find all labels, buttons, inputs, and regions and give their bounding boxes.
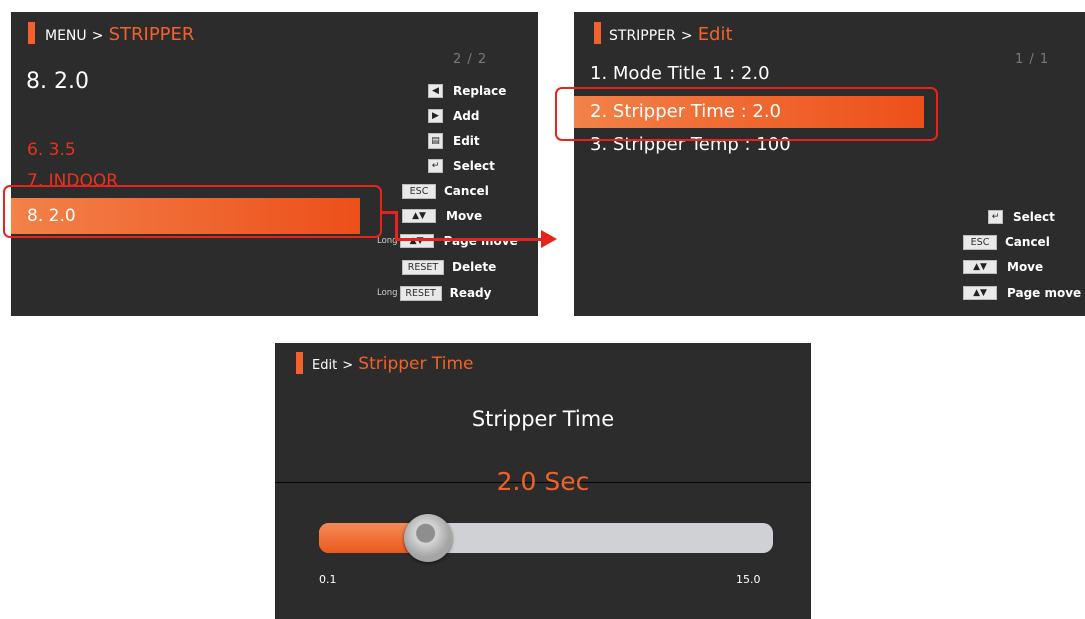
key-hint-cancel[interactable]: ESC Cancel <box>963 233 1050 251</box>
up-down-key-icon: ▲▼ <box>963 286 997 300</box>
key-hint-add[interactable]: ▶ Add <box>428 107 479 125</box>
key-hint-ready[interactable]: Long RESET Ready <box>377 284 491 302</box>
key-hint-delete[interactable]: RESET Delete <box>402 258 496 276</box>
list-item[interactable]: 1. Mode Title 1 : 2.0 <box>590 63 770 84</box>
breadcrumb-separator: > <box>342 358 354 373</box>
slider-max-label: 15.0 <box>736 573 761 586</box>
key-label: Cancel <box>1005 235 1050 249</box>
reset-key-icon: RESET <box>402 259 444 275</box>
edit-key-icon: ▤ <box>428 133 443 149</box>
left-arrow-key-icon: ◀ <box>428 84 443 98</box>
reset-key-icon: RESET <box>399 285 442 301</box>
arrow-right-icon <box>541 230 557 248</box>
key-hint-page-move[interactable]: Long ▲▼ Page move <box>377 232 518 250</box>
right-arrow-key-icon: ▶ <box>428 109 443 123</box>
breadcrumb-parent[interactable]: STRIPPER <box>609 28 676 44</box>
connector-line <box>395 238 543 241</box>
up-down-key-icon: ▲▼ <box>963 260 997 274</box>
up-down-key-icon: ▲▼ <box>399 234 434 248</box>
breadcrumb-parent[interactable]: MENU <box>45 28 87 44</box>
page-indicator: 1 / 1 <box>1015 52 1050 67</box>
current-value: 8. 2.0 <box>26 69 89 94</box>
page-indicator: 2 / 2 <box>453 52 488 67</box>
key-label: Cancel <box>444 184 489 198</box>
breadcrumb-current: STRIPPER <box>108 24 195 45</box>
highlight-outline-edit-item <box>555 87 938 141</box>
header-accent-bar <box>296 352 303 374</box>
breadcrumb-current: Stripper Time <box>358 354 474 374</box>
highlight-outline-menu-item <box>3 185 382 238</box>
setting-value: 2.0 Sec <box>496 467 590 496</box>
breadcrumb: Edit > Stripper Time <box>312 354 474 374</box>
slider-min-label: 0.1 <box>319 573 337 586</box>
key-label: Select <box>1013 210 1055 224</box>
key-hint-page-move[interactable]: ▲▼ Page move <box>963 284 1081 302</box>
stripper-edit-screen: STRIPPER > Edit 1 / 1 1. Mode Title 1 : … <box>574 12 1085 316</box>
enter-key-icon: ↵ <box>988 210 1003 224</box>
key-hint-edit[interactable]: ▤ Edit <box>428 132 480 150</box>
key-label: Page move <box>1007 286 1082 300</box>
header-accent-bar <box>28 22 35 44</box>
key-label: Ready <box>449 286 492 300</box>
key-label: Move <box>1007 260 1044 274</box>
key-hint-move[interactable]: ▲▼ Move <box>963 258 1043 276</box>
esc-key-icon: ESC <box>402 183 436 199</box>
breadcrumb: STRIPPER > Edit <box>609 24 733 45</box>
key-label: Edit <box>453 134 480 148</box>
key-hint-select[interactable]: ↵ Select <box>428 157 495 175</box>
header-accent-bar <box>594 22 601 44</box>
key-label: Replace <box>453 84 507 98</box>
breadcrumb: MENU > STRIPPER <box>45 24 194 45</box>
key-hint-move[interactable]: ▲▼ Move <box>402 207 482 225</box>
enter-key-icon: ↵ <box>428 159 443 173</box>
breadcrumb-separator: > <box>680 28 693 44</box>
key-label: Delete <box>452 260 497 274</box>
key-hint-select[interactable]: ↵ Select <box>988 208 1055 226</box>
stripper-time-screen: Edit > Stripper Time Stripper Time 2.0 S… <box>275 343 811 619</box>
slider-knob[interactable] <box>404 514 453 562</box>
up-down-key-icon: ▲▼ <box>402 209 436 223</box>
key-hint-replace[interactable]: ◀ Replace <box>428 82 506 100</box>
esc-key-icon: ESC <box>963 234 997 250</box>
breadcrumb-separator: > <box>91 28 104 44</box>
setting-title: Stripper Time <box>471 407 615 431</box>
breadcrumb-parent[interactable]: Edit <box>312 358 337 373</box>
key-label: Select <box>453 159 495 173</box>
key-label: Add <box>453 109 480 123</box>
key-label: Page move <box>443 234 518 248</box>
breadcrumb-current: Edit <box>697 24 733 45</box>
long-press-label: Long <box>377 288 398 298</box>
key-label: Move <box>446 209 483 223</box>
list-item[interactable]: 6. 3.5 <box>27 140 76 160</box>
connector-line <box>395 211 398 241</box>
stripper-menu-screen: MENU > STRIPPER 2 / 2 8. 2.0 6. 3.5 7. I… <box>11 12 538 316</box>
key-hint-cancel[interactable]: ESC Cancel <box>402 182 489 200</box>
